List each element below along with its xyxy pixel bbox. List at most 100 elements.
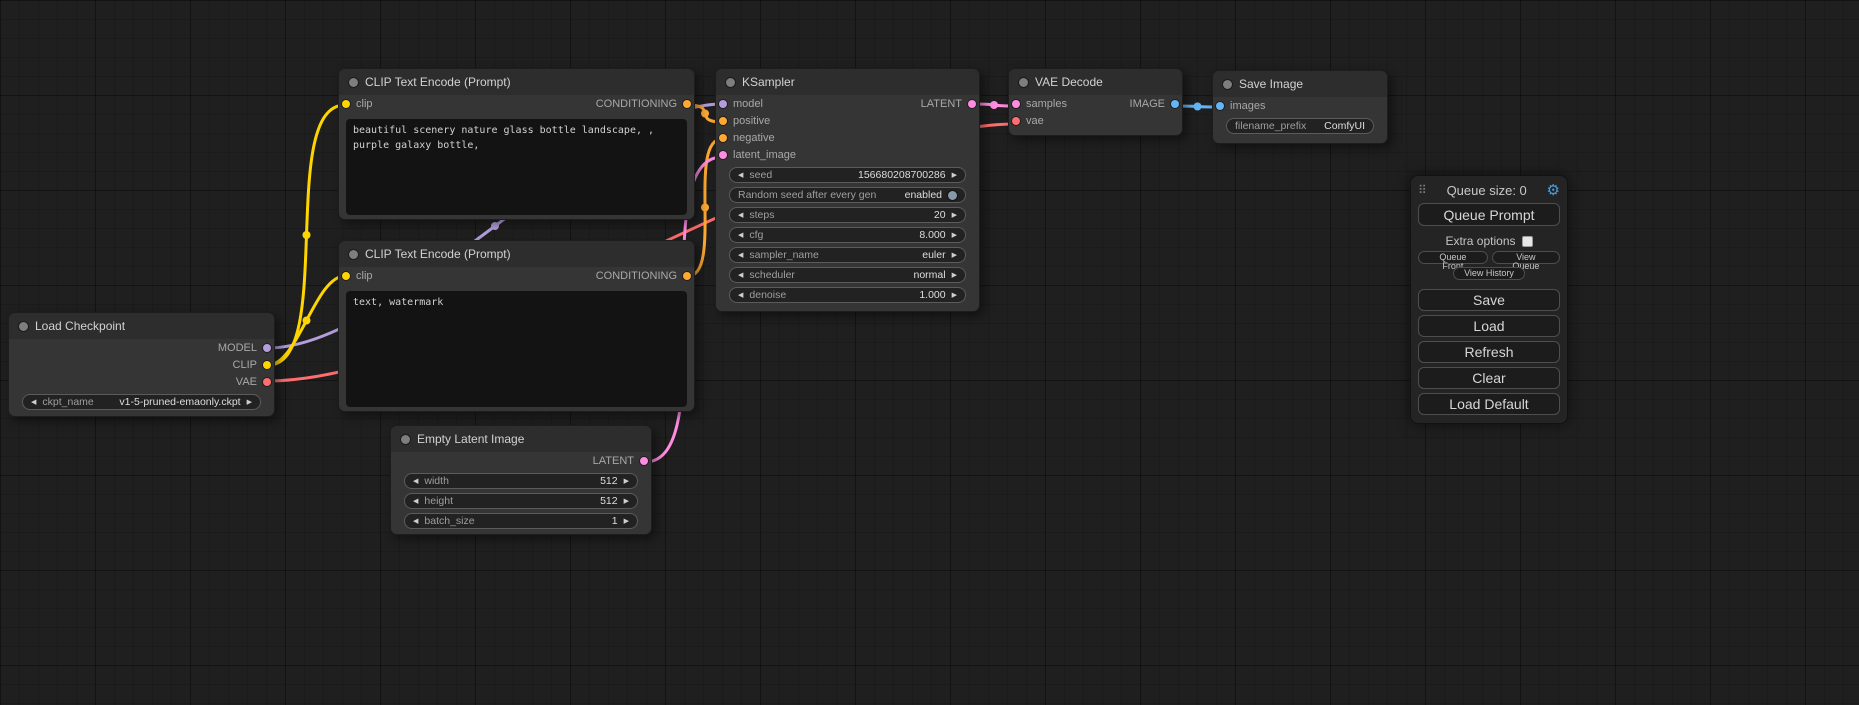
- node-title-bar[interactable]: KSampler: [716, 69, 979, 95]
- widget-value: v1-5-pruned-emaonly.ckpt: [119, 396, 240, 408]
- node-title-bar[interactable]: CLIP Text Encode (Prompt): [339, 241, 694, 267]
- load-button[interactable]: Load: [1418, 315, 1560, 337]
- collapse-dot-icon[interactable]: [349, 78, 358, 87]
- input-port-negative[interactable]: [719, 134, 727, 142]
- input-port-model[interactable]: [719, 100, 727, 108]
- decrement-arrow-icon[interactable]: ◀: [31, 399, 36, 406]
- decrement-arrow-icon[interactable]: ◀: [413, 498, 418, 505]
- widget-label: scheduler: [749, 269, 795, 281]
- decrement-arrow-icon[interactable]: ◀: [738, 232, 743, 239]
- steps-widget[interactable]: ◀ steps 20 ▶: [729, 207, 966, 223]
- decrement-arrow-icon[interactable]: ◀: [738, 292, 743, 299]
- input-port-samples[interactable]: [1012, 100, 1020, 108]
- view-queue-button[interactable]: View Queue: [1492, 251, 1560, 264]
- increment-arrow-icon[interactable]: ▶: [952, 292, 957, 299]
- port-row: MODEL: [9, 339, 274, 356]
- seed-widget[interactable]: ◀ seed 156680208700286 ▶: [729, 167, 966, 183]
- decrement-arrow-icon[interactable]: ◀: [413, 518, 418, 525]
- decrement-arrow-icon[interactable]: ◀: [738, 252, 743, 259]
- input-port-positive[interactable]: [719, 117, 727, 125]
- ckpt-name-widget[interactable]: ◀ ckpt_name v1-5-pruned-emaonly.ckpt ▶: [22, 394, 261, 410]
- increment-arrow-icon[interactable]: ▶: [952, 232, 957, 239]
- queue-prompt-button[interactable]: Queue Prompt: [1418, 203, 1560, 226]
- save-button[interactable]: Save: [1418, 289, 1560, 311]
- queue-front-button[interactable]: Queue Front: [1418, 251, 1488, 264]
- decrement-arrow-icon[interactable]: ◀: [738, 272, 743, 279]
- node-title-bar[interactable]: Load Checkpoint: [9, 313, 274, 339]
- node-clip-text-encode-positive[interactable]: CLIP Text Encode (Prompt) clip CONDITION…: [338, 68, 695, 220]
- widget-label: steps: [749, 209, 774, 221]
- port-row: VAE: [9, 373, 274, 390]
- output-port-latent[interactable]: [640, 457, 648, 465]
- denoise-widget[interactable]: ◀ denoise 1.000 ▶: [729, 287, 966, 303]
- toggle-dot-icon[interactable]: [948, 191, 957, 200]
- node-load-checkpoint[interactable]: Load Checkpoint MODEL CLIP VAE ◀ ckpt_na…: [8, 312, 275, 417]
- input-port-latent-image[interactable]: [719, 151, 727, 159]
- port-row: LATENT: [391, 452, 651, 469]
- increment-arrow-icon[interactable]: ▶: [624, 518, 629, 525]
- height-widget[interactable]: ◀ height 512 ▶: [404, 493, 638, 509]
- widget-value: 1.000: [919, 289, 945, 301]
- increment-arrow-icon[interactable]: ▶: [624, 478, 629, 485]
- input-port-vae[interactable]: [1012, 117, 1020, 125]
- batch-size-widget[interactable]: ◀ batch_size 1 ▶: [404, 513, 638, 529]
- decrement-arrow-icon[interactable]: ◀: [738, 212, 743, 219]
- filename-prefix-widget[interactable]: filename_prefix ComfyUI: [1226, 118, 1374, 134]
- width-widget[interactable]: ◀ width 512 ▶: [404, 473, 638, 489]
- increment-arrow-icon[interactable]: ▶: [952, 272, 957, 279]
- widget-label: height: [424, 495, 453, 507]
- output-port-conditioning[interactable]: [683, 100, 691, 108]
- load-default-button[interactable]: Load Default: [1418, 393, 1560, 415]
- node-vae-decode[interactable]: VAE Decode samples IMAGE vae: [1008, 68, 1183, 136]
- node-title-bar[interactable]: VAE Decode: [1009, 69, 1182, 95]
- increment-arrow-icon[interactable]: ▶: [952, 172, 957, 179]
- node-title-bar[interactable]: CLIP Text Encode (Prompt): [339, 69, 694, 95]
- node-title-label: Load Checkpoint: [35, 319, 125, 333]
- input-port-clip[interactable]: [342, 272, 350, 280]
- collapse-dot-icon[interactable]: [726, 78, 735, 87]
- node-ksampler[interactable]: KSampler model LATENT positive negative …: [715, 68, 980, 312]
- random-seed-toggle-widget[interactable]: Random seed after every gen enabled: [729, 187, 966, 203]
- widget-value: 512: [600, 495, 618, 507]
- widget-value: enabled: [905, 189, 942, 201]
- prompt-textarea[interactable]: beautiful scenery nature glass bottle la…: [346, 119, 687, 215]
- increment-arrow-icon[interactable]: ▶: [952, 212, 957, 219]
- prompt-textarea[interactable]: text, watermark: [346, 291, 687, 407]
- input-port-images[interactable]: [1216, 102, 1224, 110]
- output-port-conditioning[interactable]: [683, 272, 691, 280]
- output-port-latent[interactable]: [968, 100, 976, 108]
- scheduler-widget[interactable]: ◀ scheduler normal ▶: [729, 267, 966, 283]
- drag-handle-icon[interactable]: ⠿: [1418, 183, 1427, 197]
- increment-arrow-icon[interactable]: ▶: [952, 252, 957, 259]
- decrement-arrow-icon[interactable]: ◀: [413, 478, 418, 485]
- widget-label: seed: [749, 169, 772, 181]
- collapse-dot-icon[interactable]: [349, 250, 358, 259]
- output-port-model[interactable]: [263, 344, 271, 352]
- refresh-button[interactable]: Refresh: [1418, 341, 1560, 363]
- sampler-name-widget[interactable]: ◀ sampler_name euler ▶: [729, 247, 966, 263]
- collapse-dot-icon[interactable]: [1223, 80, 1232, 89]
- decrement-arrow-icon[interactable]: ◀: [738, 172, 743, 179]
- output-port-image[interactable]: [1171, 100, 1179, 108]
- cfg-widget[interactable]: ◀ cfg 8.000 ▶: [729, 227, 966, 243]
- extra-options-checkbox[interactable]: [1522, 236, 1533, 247]
- collapse-dot-icon[interactable]: [19, 322, 28, 331]
- node-save-image[interactable]: Save Image images filename_prefix ComfyU…: [1212, 70, 1388, 144]
- increment-arrow-icon[interactable]: ▶: [624, 498, 629, 505]
- node-title-bar[interactable]: Save Image: [1213, 71, 1387, 97]
- input-port-clip[interactable]: [342, 100, 350, 108]
- settings-gear-icon[interactable]: ⚙: [1547, 183, 1560, 198]
- node-title-label: KSampler: [742, 75, 795, 89]
- node-clip-text-encode-negative[interactable]: CLIP Text Encode (Prompt) clip CONDITION…: [338, 240, 695, 412]
- node-title-label: CLIP Text Encode (Prompt): [365, 75, 511, 89]
- output-port-clip[interactable]: [263, 361, 271, 369]
- clear-button[interactable]: Clear: [1418, 367, 1560, 389]
- node-empty-latent-image[interactable]: Empty Latent Image LATENT ◀ width 512 ▶ …: [390, 425, 652, 535]
- collapse-dot-icon[interactable]: [401, 435, 410, 444]
- increment-arrow-icon[interactable]: ▶: [247, 399, 252, 406]
- output-port-vae[interactable]: [263, 378, 271, 386]
- node-title-bar[interactable]: Empty Latent Image: [391, 426, 651, 452]
- view-history-button[interactable]: View History: [1453, 267, 1525, 280]
- port-row: clip CONDITIONING: [339, 95, 694, 112]
- collapse-dot-icon[interactable]: [1019, 78, 1028, 87]
